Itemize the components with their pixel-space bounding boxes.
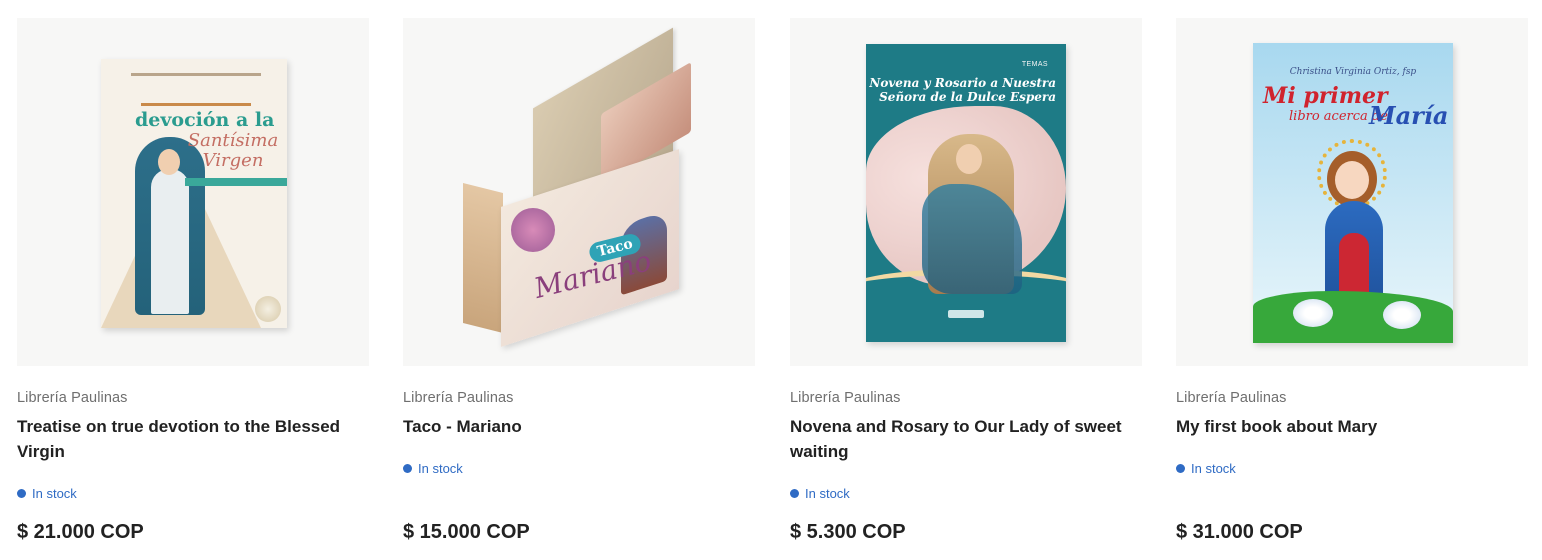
book-cover: TEMAS Novena y Rosario a Nuestra Señora … (866, 44, 1066, 342)
stock-dot-icon (1176, 464, 1185, 473)
stock-dot-icon (403, 464, 412, 473)
cover-author: Christina Virginia Ortiz, fsp (1289, 67, 1417, 77)
product-vendor: Librería Paulinas (790, 390, 901, 406)
product-image[interactable]: Taco Mariano (403, 18, 755, 366)
virgin-face (956, 144, 982, 174)
cover-title: Novena y Rosario a Nuestra Señora de la … (869, 76, 1056, 104)
product-image[interactable]: devoción a la Santísima Virgen (17, 18, 369, 366)
virgin-face (158, 149, 180, 175)
product-image[interactable]: Christina Virginia Ortiz, fsp Mi primer … (1176, 18, 1528, 366)
stock-label: In stock (32, 486, 77, 501)
book-cover: devoción a la Santísima Virgen (101, 59, 287, 328)
flowers-right (1383, 301, 1421, 329)
cover-author-line (131, 73, 261, 76)
book-cover: Christina Virginia Ortiz, fsp Mi primer … (1253, 43, 1453, 343)
cover-maria: María (1369, 101, 1449, 130)
product-card[interactable]: Taco Mariano Librería Paulinas Taco - Ma… (403, 18, 755, 560)
stock-label: In stock (418, 461, 463, 476)
flowers-left (1293, 299, 1333, 327)
product-price: $ 15.000 COP (403, 521, 530, 543)
product-card[interactable]: devoción a la Santísima Virgen Librería … (17, 18, 369, 560)
cover-series: TEMAS (1021, 61, 1048, 68)
product-vendor: Librería Paulinas (17, 390, 128, 406)
product-grid: devoción a la Santísima Virgen Librería … (0, 0, 1542, 560)
stock-status: In stock (17, 486, 77, 501)
cover-devocion: devoción a la (135, 109, 275, 131)
product-vendor: Librería Paulinas (403, 390, 514, 406)
stock-label: In stock (805, 486, 850, 501)
product-title[interactable]: Taco - Mariano (403, 414, 748, 439)
product-price: $ 31.000 COP (1176, 521, 1303, 543)
stock-dot-icon (790, 489, 799, 498)
cover-santisima: Santísima Virgen (187, 130, 279, 171)
product-price: $ 5.300 COP (790, 521, 906, 543)
stock-label: In stock (1191, 461, 1236, 476)
flower-decoration (255, 296, 281, 322)
virgin-robe (151, 169, 189, 314)
stock-status: In stock (790, 486, 850, 501)
product-title[interactable]: Treatise on true devotion to the Blessed… (17, 414, 362, 464)
product-title[interactable]: Novena and Rosary to Our Lady of sweet w… (790, 414, 1135, 464)
product-image[interactable]: TEMAS Novena y Rosario a Nuestra Señora … (790, 18, 1142, 366)
rose-decoration (511, 208, 555, 252)
product-vendor: Librería Paulinas (1176, 390, 1287, 406)
product-card[interactable]: Christina Virginia Ortiz, fsp Mi primer … (1176, 18, 1528, 560)
stock-dot-icon (17, 489, 26, 498)
cover-title-line (141, 103, 251, 106)
cover-band (185, 178, 287, 186)
figure-face (1335, 161, 1369, 199)
product-price: $ 21.000 COP (17, 521, 144, 543)
product-card[interactable]: TEMAS Novena y Rosario a Nuestra Señora … (790, 18, 1142, 560)
card-box: Taco Mariano (453, 27, 703, 347)
stock-status: In stock (403, 461, 463, 476)
cover-grass (1253, 291, 1453, 343)
box-side (463, 183, 503, 333)
publisher-logo (948, 310, 984, 318)
stock-status: In stock (1176, 461, 1236, 476)
product-title[interactable]: My first book about Mary (1176, 414, 1521, 439)
